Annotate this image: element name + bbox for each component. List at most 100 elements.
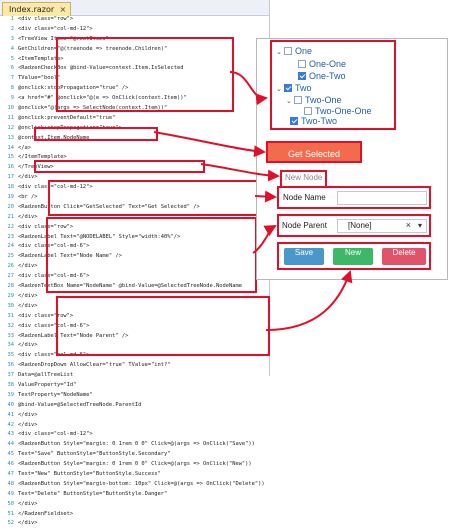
checkbox[interactable] bbox=[304, 106, 312, 115]
checkbox-checked[interactable] bbox=[284, 83, 292, 92]
code-line[interactable]: 40 @bind-Value=@SelectedTreeNode.ParentI… bbox=[0, 402, 269, 412]
code-text: <br /> bbox=[18, 194, 38, 201]
new-button[interactable]: New bbox=[333, 248, 373, 265]
line-number: 28 bbox=[7, 283, 15, 290]
tree-node-label[interactable]: One-One bbox=[309, 59, 346, 69]
line-number: 18 bbox=[7, 184, 15, 191]
code-line[interactable]: 43 <div class="col-md-12"> bbox=[0, 431, 269, 441]
line-number: 20 bbox=[7, 203, 15, 210]
code-text: </div> bbox=[18, 342, 38, 349]
line-number: 17 bbox=[7, 174, 15, 181]
code-highlight-get-selected bbox=[34, 127, 158, 141]
clear-icon[interactable]: × bbox=[406, 220, 411, 230]
chevron-down-icon[interactable]: ▾ bbox=[418, 221, 422, 230]
get-selected-button[interactable]: Get Selected bbox=[266, 141, 362, 163]
code-line[interactable]: 46 <RadzenButton Style="margin: 0 1rem 0… bbox=[0, 461, 269, 471]
code-text: Data=@allTreeList bbox=[18, 372, 74, 379]
tree-node-one[interactable]: ⌄ One bbox=[276, 45, 312, 57]
code-text: </div> bbox=[18, 421, 38, 428]
line-number: 26 bbox=[7, 263, 15, 270]
chevron-down-icon[interactable]: ⌄ bbox=[286, 96, 294, 108]
line-number: 22 bbox=[7, 223, 15, 230]
code-text: </div> bbox=[18, 292, 38, 299]
line-number: 24 bbox=[7, 243, 15, 250]
chevron-down-icon[interactable]: ⌄ bbox=[276, 47, 284, 59]
tab-index-razor[interactable]: Index.razor × bbox=[2, 2, 72, 16]
tree-node-label[interactable]: One bbox=[295, 46, 312, 56]
node-parent-row: Node Parent [None] × ▾ bbox=[277, 214, 431, 237]
tree-node-label[interactable]: One-Two bbox=[309, 71, 346, 81]
tree-node-one-one[interactable]: One-One bbox=[298, 58, 346, 70]
code-highlight-buttons bbox=[56, 296, 270, 356]
code-line[interactable]: 2 <div class="col-md-12"> bbox=[0, 26, 269, 36]
line-number: 7 bbox=[10, 75, 14, 82]
line-number: 2 bbox=[10, 25, 14, 32]
line-number: 51 bbox=[7, 510, 15, 517]
node-parent-dropdown[interactable]: [None] × ▾ bbox=[337, 219, 427, 233]
arrow-buttons bbox=[265, 270, 353, 331]
delete-button[interactable]: Delete bbox=[382, 248, 426, 265]
code-line[interactable]: 1 <div class="row"> bbox=[0, 16, 269, 26]
chevron-down-icon[interactable]: ⌄ bbox=[276, 84, 284, 96]
line-number: 37 bbox=[7, 372, 15, 379]
checkbox-checked[interactable] bbox=[298, 71, 306, 80]
code-line[interactable]: 36 <RadzenDropDown AllowClear="true" TVa… bbox=[0, 362, 269, 372]
save-button[interactable]: Save bbox=[284, 248, 324, 265]
code-text: Text="New" ButtonStyle="ButtonStyle.Succ… bbox=[18, 470, 161, 477]
code-text: @onclick:preventDefault="true" bbox=[18, 114, 116, 121]
code-line[interactable]: 45 Text="Save" ButtonStyle="ButtonStyle.… bbox=[0, 451, 269, 461]
tree-node-two[interactable]: ⌄ Two bbox=[276, 82, 312, 94]
line-number: 32 bbox=[7, 322, 15, 329]
line-number: 46 bbox=[7, 461, 15, 468]
checkbox[interactable] bbox=[294, 95, 302, 104]
code-highlight-node-parent bbox=[46, 217, 257, 293]
line-number: 27 bbox=[7, 273, 15, 280]
code-line[interactable]: 41 </div> bbox=[0, 412, 269, 422]
tree-view: ⌄ One One-One One-Two ⌄ Two ⌄ Two-One Two-O… bbox=[270, 40, 396, 130]
code-text: Text="Delete" ButtonStyle="ButtonStyle.D… bbox=[18, 490, 168, 497]
code-line[interactable]: 48 <RadzenButton Style="margin-bottom: 1… bbox=[0, 481, 269, 491]
code-line[interactable]: 44 <RadzenButton Style="margin: 0 1rem 0… bbox=[0, 441, 269, 451]
checkbox-checked[interactable] bbox=[290, 116, 298, 125]
code-line[interactable]: 51 </RadzenFieldset> bbox=[0, 511, 269, 521]
tree-node-two-two[interactable]: Two-Two bbox=[290, 115, 337, 127]
line-number: 13 bbox=[7, 134, 15, 141]
line-number: 42 bbox=[7, 421, 15, 428]
tree-node-label[interactable]: Two bbox=[295, 83, 312, 93]
tree-node-label[interactable]: Two-Two bbox=[301, 116, 337, 126]
tree-node-one-two[interactable]: One-Two bbox=[298, 70, 346, 82]
code-line[interactable]: 49 Text="Delete" ButtonStyle="ButtonStyl… bbox=[0, 491, 269, 501]
code-line[interactable]: 39 TextProperty="NodeName" bbox=[0, 392, 269, 402]
line-number: 35 bbox=[7, 352, 15, 359]
line-number: 50 bbox=[7, 500, 15, 507]
tree-node-label[interactable]: Two-One bbox=[305, 95, 342, 105]
code-line[interactable]: 42 </div> bbox=[0, 422, 269, 432]
code-line[interactable]: 11 @onclick:preventDefault="true" bbox=[0, 115, 269, 125]
node-name-label: Node Name bbox=[283, 193, 326, 202]
line-number: 36 bbox=[7, 362, 15, 369]
line-number: 30 bbox=[7, 302, 15, 309]
code-text: <RadzenButton Style="margin: 0 1rem 0 0"… bbox=[18, 461, 252, 468]
code-line[interactable]: 14 </a> bbox=[0, 145, 269, 155]
line-number: 40 bbox=[7, 401, 15, 408]
code-line[interactable]: 37 Data=@allTreeList bbox=[0, 372, 269, 382]
line-number: 23 bbox=[7, 233, 15, 240]
checkbox[interactable] bbox=[284, 46, 292, 55]
line-number: 33 bbox=[7, 332, 15, 339]
code-line[interactable]: 50 </div> bbox=[0, 501, 269, 511]
dropdown-selected-value: [None] bbox=[348, 221, 372, 230]
checkbox[interactable] bbox=[298, 59, 306, 68]
line-number: 52 bbox=[7, 520, 15, 527]
code-text: <div class="col-md-12"> bbox=[18, 25, 93, 32]
line-number: 15 bbox=[7, 154, 15, 161]
code-text: </div> bbox=[18, 174, 38, 181]
line-number: 1 bbox=[10, 16, 14, 22]
code-line[interactable]: 38 ValueProperty="Id" bbox=[0, 382, 269, 392]
line-number: 8 bbox=[10, 85, 14, 92]
node-name-input[interactable] bbox=[337, 191, 427, 205]
code-line[interactable]: 52 </div> bbox=[0, 520, 269, 530]
code-text: </div> bbox=[18, 213, 38, 220]
close-icon[interactable]: × bbox=[59, 3, 66, 16]
line-number: 16 bbox=[7, 164, 15, 171]
code-line[interactable]: 47 Text="New" ButtonStyle="ButtonStyle.S… bbox=[0, 471, 269, 481]
